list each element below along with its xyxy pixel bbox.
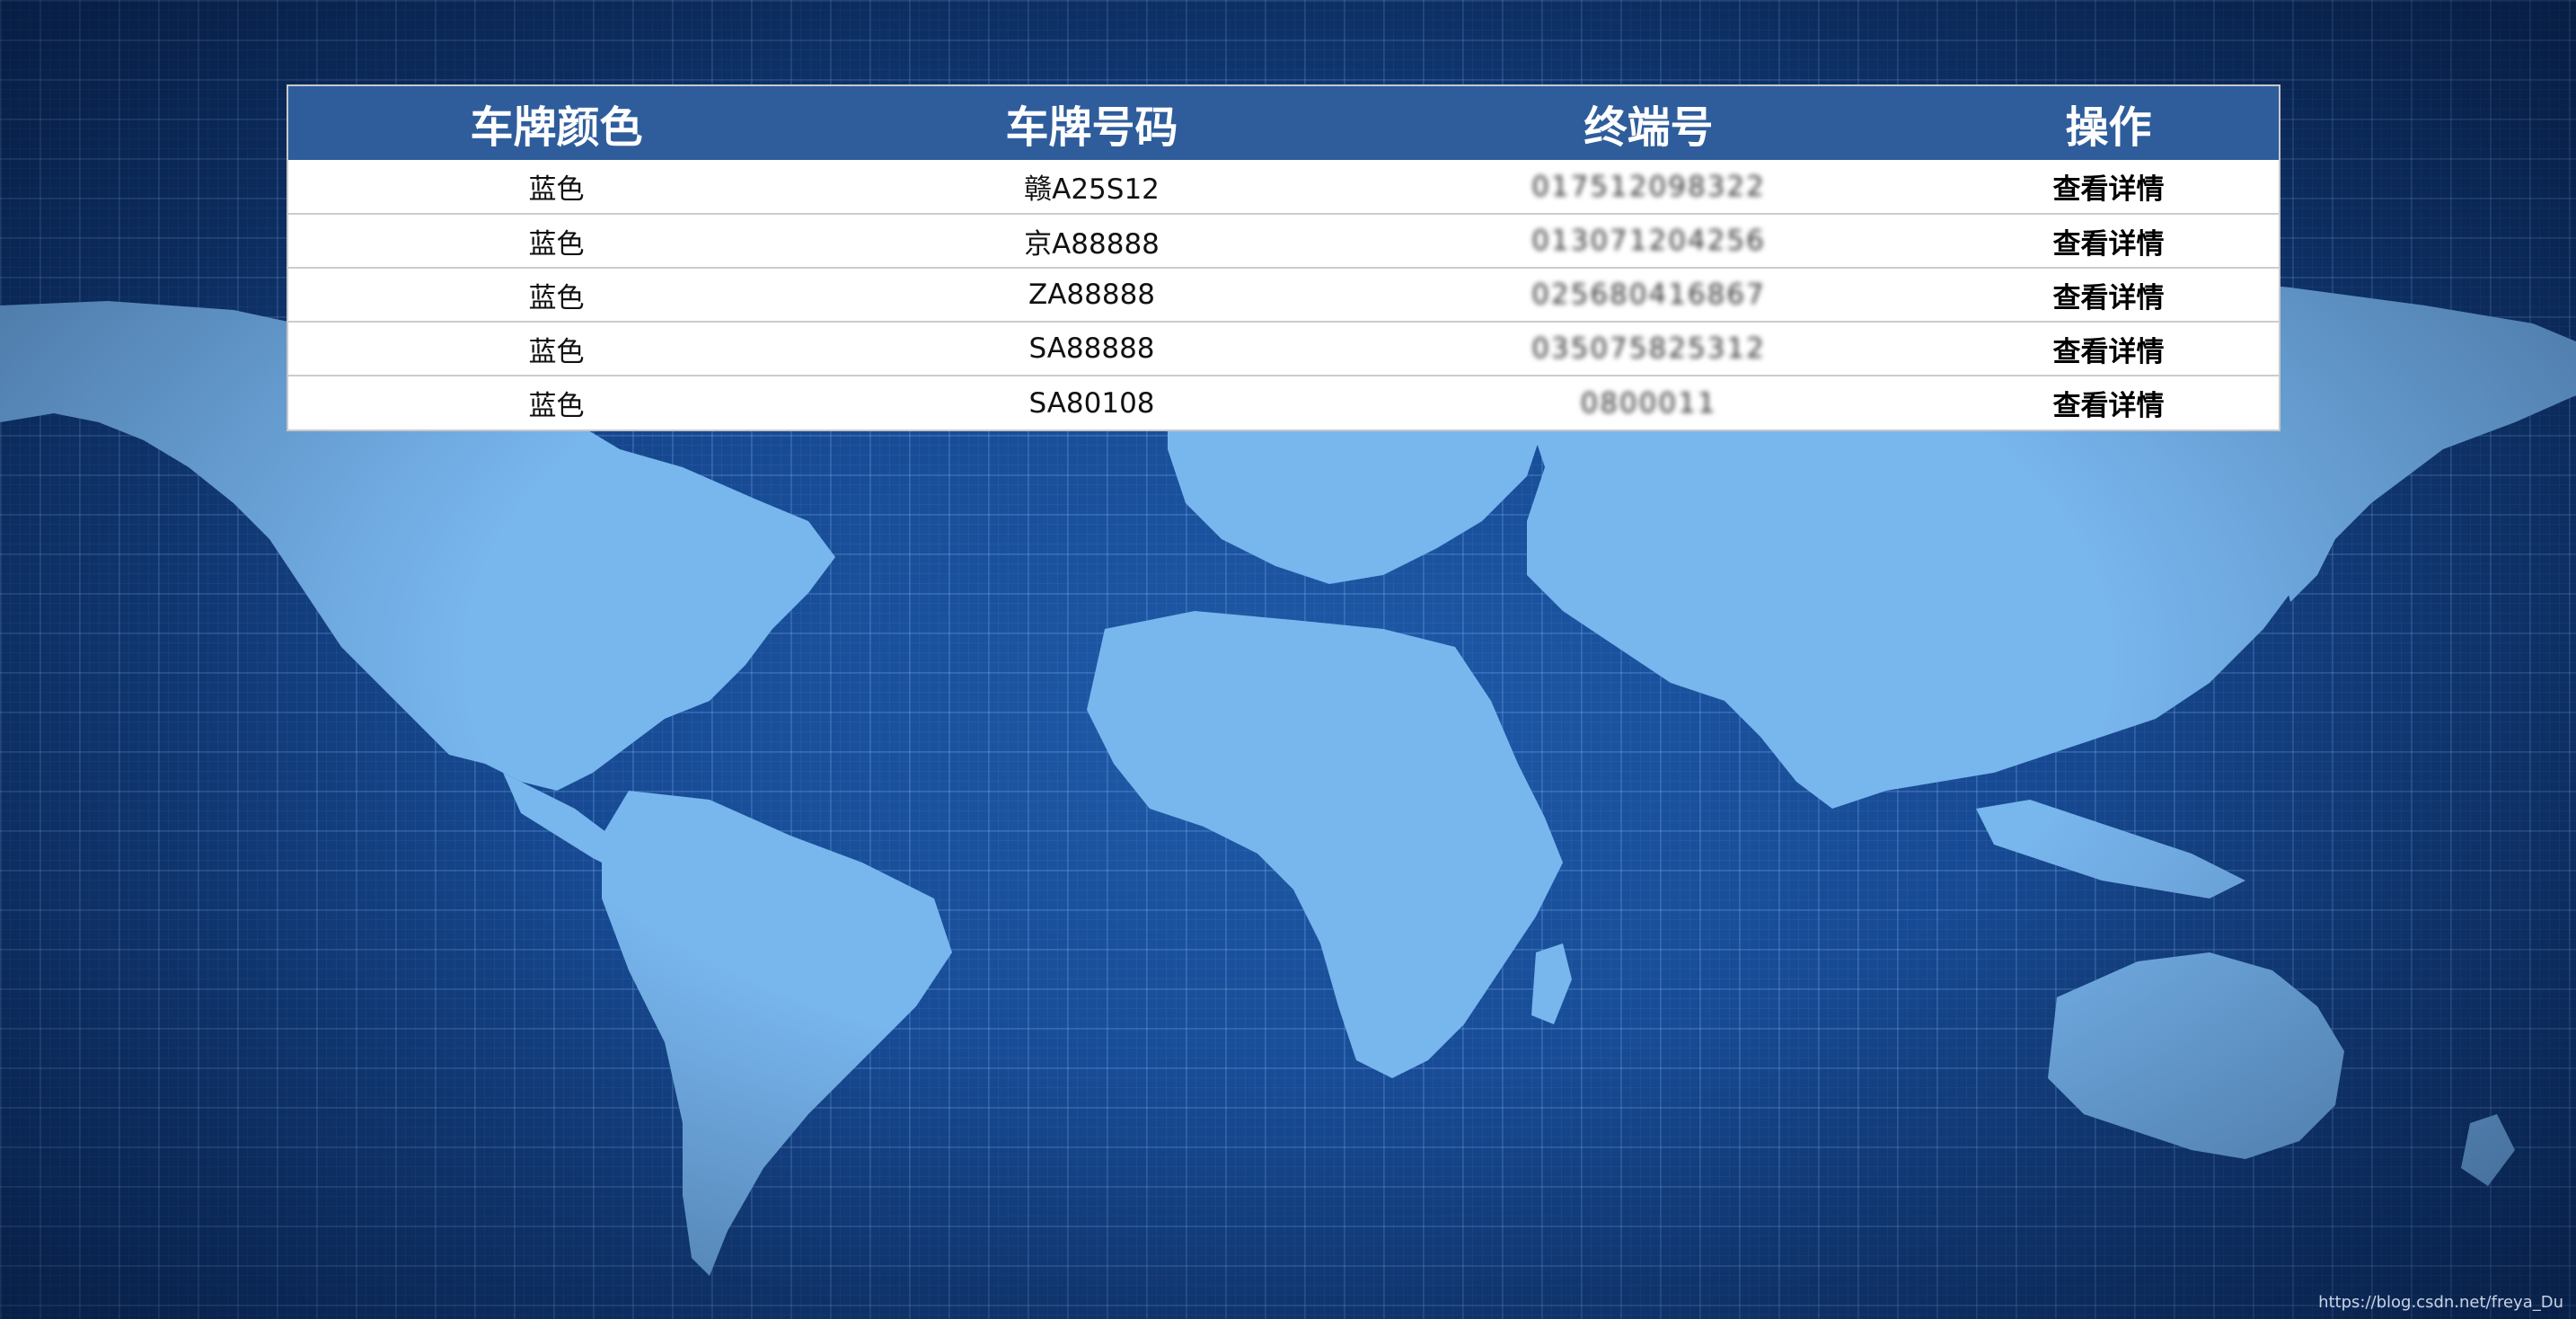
table-header-row: 车牌颜色 车牌号码 终端号 操作 (288, 86, 2279, 160)
view-details-link[interactable]: 查看详情 (1938, 160, 2279, 214)
cell-terminal: 025680416867 (1359, 267, 1938, 322)
terminal-number-redacted: 025680416867 (1531, 279, 1766, 311)
cell-terminal: 017512098322 (1359, 160, 1938, 214)
watermark-text: https://blog.csdn.net/freya_Du (2318, 1293, 2563, 1312)
view-details-link[interactable]: 查看详情 (1938, 267, 2279, 322)
world-map-background: 车牌颜色 车牌号码 终端号 操作 蓝色 赣A25S12 017512098322… (0, 0, 2576, 1319)
table-row: 蓝色 ZA88888 025680416867 查看详情 (288, 267, 2279, 322)
terminal-number-redacted: 0800011 (1580, 386, 1717, 420)
cell-plate-number: 赣A25S12 (1024, 173, 1160, 206)
column-header-action: 操作 (2065, 102, 2152, 153)
cell-plate-number: 京A88888 (825, 213, 1359, 268)
table-row: 蓝色 京A88888 013071204256 查看详情 (288, 213, 2279, 268)
table-row: 蓝色 SA88888 035075825312 查看详情 (288, 321, 2279, 376)
vehicle-table-container: 车牌颜色 车牌号码 终端号 操作 蓝色 赣A25S12 017512098322… (287, 84, 2280, 431)
cell-terminal: 013071204256 (1359, 213, 1938, 268)
cell-plate-number: SA88888 (825, 321, 1359, 376)
table-row: 蓝色 赣A25S12 017512098322 查看详情 (288, 160, 2279, 214)
cell-plate-color: 蓝色 (288, 267, 825, 322)
cell-plate-color: 蓝色 (528, 173, 585, 206)
cell-plate-number: SA80108 (825, 375, 1359, 429)
view-details-link[interactable]: 查看详情 (1938, 213, 2279, 268)
cell-terminal: 035075825312 (1359, 321, 1938, 376)
cell-plate-color: 蓝色 (288, 375, 825, 429)
cell-plate-color: 蓝色 (288, 321, 825, 376)
terminal-number-redacted: 035075825312 (1531, 332, 1766, 365)
table-header: 车牌颜色 车牌号码 终端号 操作 (288, 86, 2279, 160)
cell-terminal: 0800011 (1359, 375, 1938, 429)
terminal-number-redacted: 013071204256 (1531, 225, 1766, 257)
column-header-plate-number: 车牌号码 (1005, 102, 1178, 153)
cell-plate-color: 蓝色 (288, 213, 825, 268)
view-details-link[interactable]: 查看详情 (1938, 375, 2279, 429)
table-body: 蓝色 赣A25S12 017512098322 查看详情 蓝色 京A88888 … (288, 160, 2279, 429)
column-header-terminal: 终端号 (1584, 102, 1714, 153)
terminal-number-redacted: 017512098322 (1531, 170, 1766, 203)
view-details-link[interactable]: 查看详情 (1938, 321, 2279, 376)
vehicle-table: 车牌颜色 车牌号码 终端号 操作 蓝色 赣A25S12 017512098322… (288, 86, 2279, 429)
cell-plate-number: ZA88888 (825, 267, 1359, 322)
column-header-plate-color: 车牌颜色 (470, 102, 643, 153)
table-row: 蓝色 SA80108 0800011 查看详情 (288, 375, 2279, 429)
